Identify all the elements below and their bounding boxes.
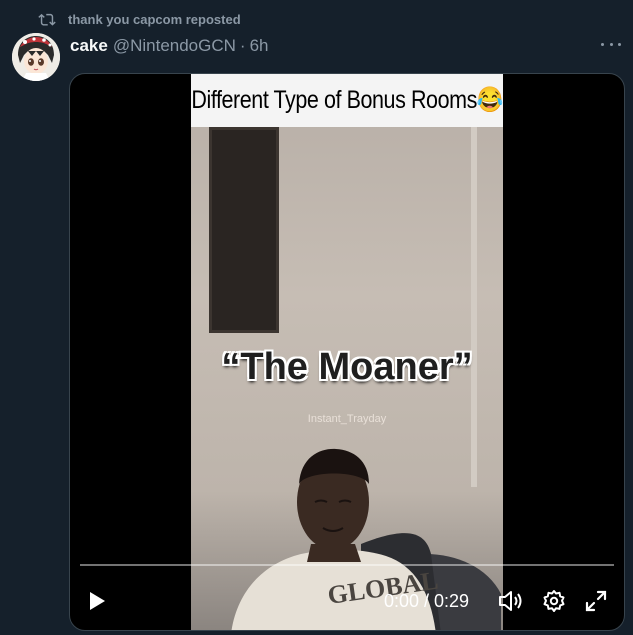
repost-indicator[interactable]: thank you capcom reposted bbox=[38, 10, 241, 28]
video-time: 0:00 / 0:29 bbox=[384, 591, 470, 611]
video-caption: Different Type of Bonus Rooms😂 bbox=[191, 86, 503, 114]
tweet-timestamp[interactable]: 6h bbox=[250, 36, 269, 56]
settings-icon[interactable] bbox=[539, 579, 569, 623]
video-overlay-title: “The Moaner” bbox=[221, 346, 473, 388]
video-progress-bar[interactable] bbox=[80, 564, 614, 566]
repost-icon bbox=[38, 11, 56, 27]
fullscreen-icon[interactable] bbox=[581, 579, 611, 623]
volume-icon[interactable] bbox=[496, 579, 526, 623]
avatar[interactable] bbox=[12, 33, 60, 81]
author-handle[interactable]: @NintendoGCN bbox=[113, 36, 236, 56]
video-watermark: Instant_Trayday bbox=[307, 413, 387, 425]
video-controls: 0:00 / 0:29 bbox=[70, 579, 624, 623]
play-icon[interactable] bbox=[82, 579, 112, 623]
wall-edge bbox=[471, 127, 477, 487]
video-player[interactable]: Different Type of Bonus Rooms😂 “The Moan… bbox=[69, 73, 625, 631]
wall-picture bbox=[209, 127, 279, 333]
video-frame: Different Type of Bonus Rooms😂 “The Moan… bbox=[191, 74, 503, 630]
separator-dot: · bbox=[239, 36, 246, 55]
anime-avatar-icon bbox=[12, 33, 60, 81]
repost-text: thank you capcom reposted bbox=[68, 11, 241, 27]
caption-bar: Different Type of Bonus Rooms😂 bbox=[191, 74, 503, 127]
more-dots-icon[interactable] bbox=[601, 36, 621, 52]
author-name[interactable]: cake bbox=[70, 36, 108, 56]
tweet-header: cake @NintendoGCN · 6h bbox=[70, 36, 269, 56]
